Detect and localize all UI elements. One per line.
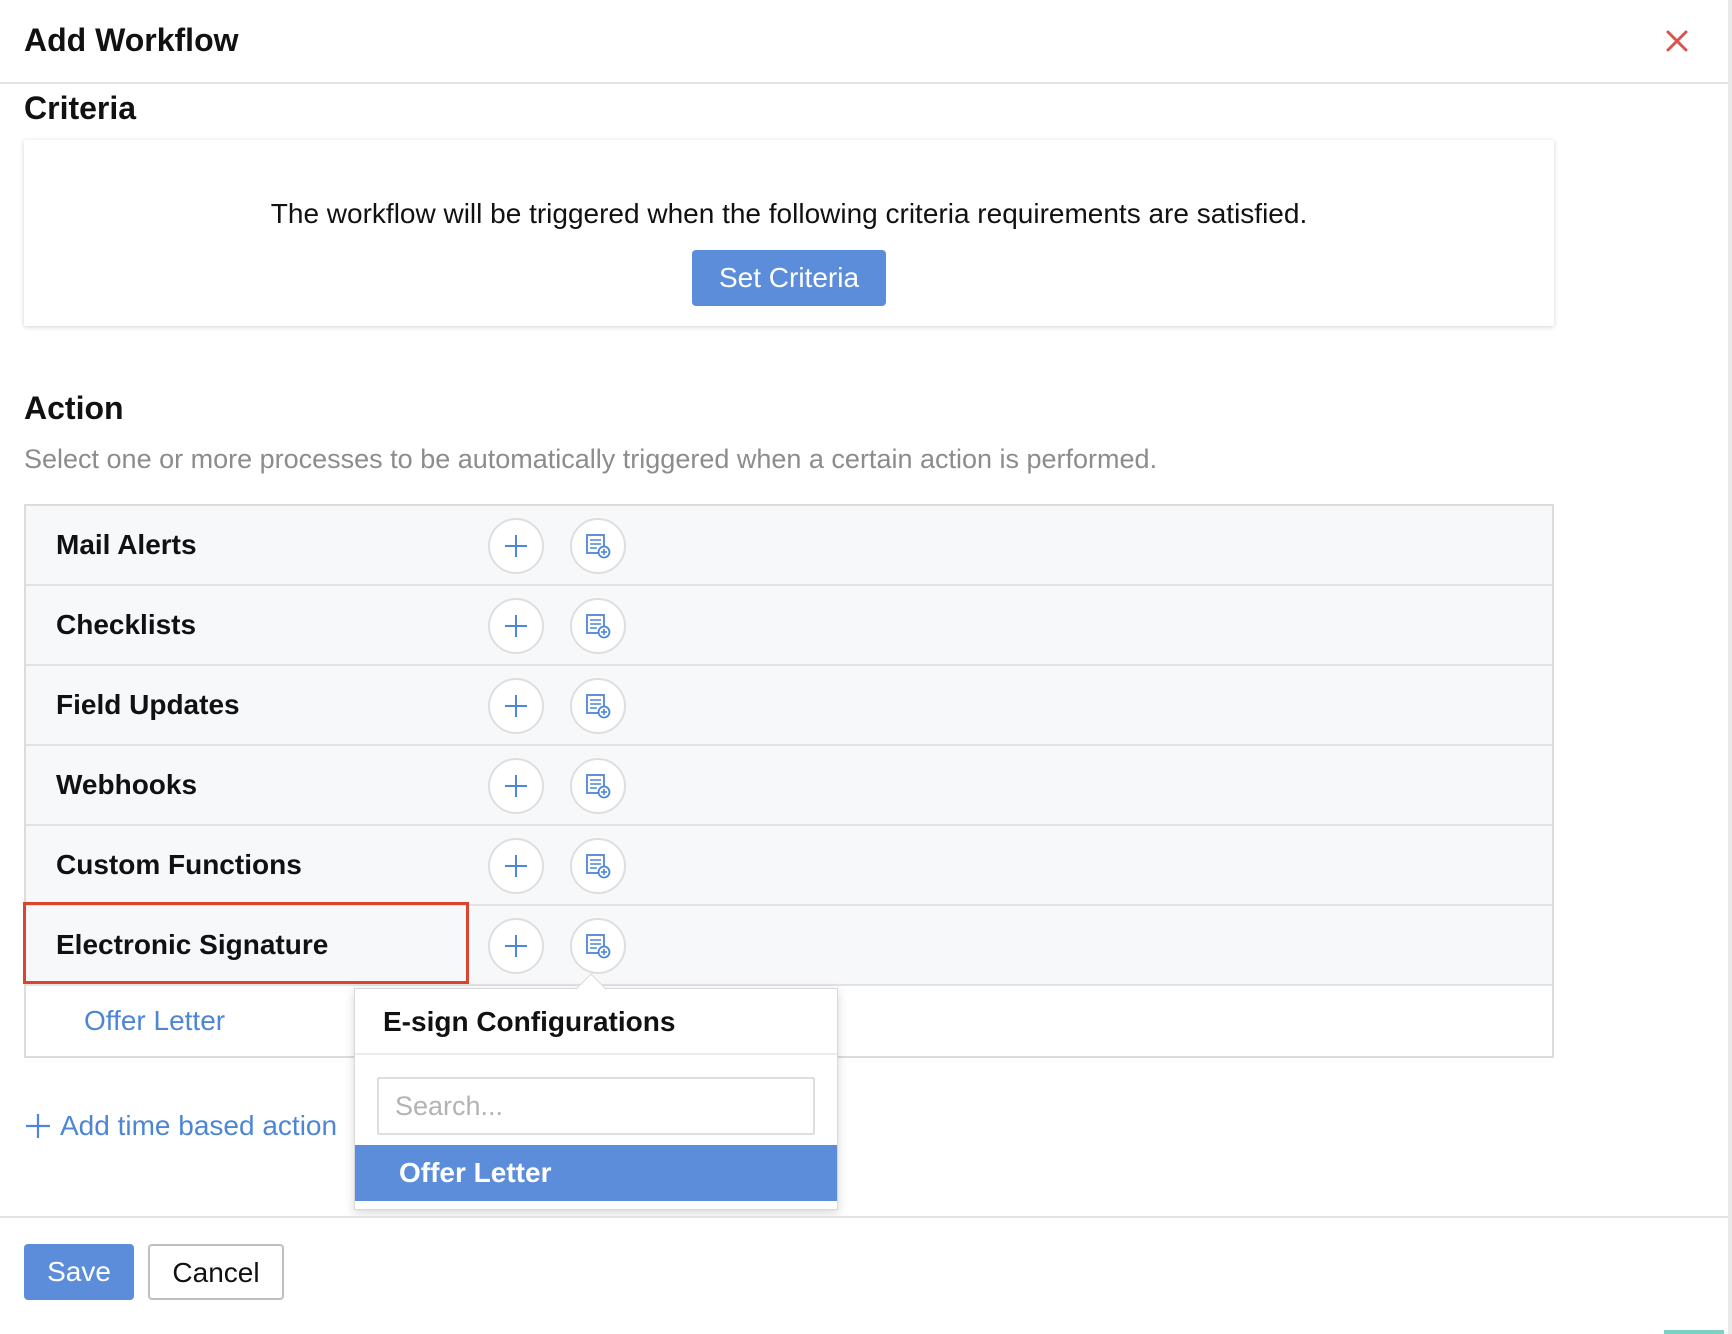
list-add-icon <box>586 614 611 639</box>
scrollbar-track[interactable] <box>1728 0 1732 1334</box>
dropdown-title: E-sign Configurations <box>383 1006 676 1037</box>
set-criteria-button[interactable]: Set Criteria <box>692 250 886 306</box>
action-row-electronic-signature: Electronic Signature <box>26 906 1552 986</box>
cancel-button[interactable]: Cancel <box>148 1244 284 1300</box>
associate-webhook-button[interactable] <box>570 758 626 814</box>
add-mail-alert-button[interactable] <box>488 518 544 574</box>
row-label: Custom Functions <box>56 849 302 880</box>
associate-mail-alert-button[interactable] <box>570 518 626 574</box>
plus-icon <box>505 535 527 557</box>
list-add-icon <box>586 694 611 719</box>
criteria-heading: Criteria <box>24 90 137 126</box>
plus-icon <box>505 615 527 637</box>
dialog-title: Add Workflow <box>24 22 239 58</box>
search-input[interactable] <box>377 1077 815 1135</box>
offer-letter-link[interactable]: Offer Letter <box>84 986 225 1056</box>
dropdown-option-offer-letter[interactable]: Offer Letter <box>355 1145 837 1201</box>
list-add-icon <box>586 934 611 959</box>
plus-icon <box>505 935 527 957</box>
dialog-header: Add Workflow <box>0 0 1728 84</box>
plus-icon <box>505 775 527 797</box>
criteria-description: The workflow will be triggered when the … <box>270 198 1308 229</box>
add-workflow-dialog: Add Workflow Criteria The workflow will … <box>0 0 1732 1334</box>
row-label: Webhooks <box>56 769 198 800</box>
plus-icon <box>505 855 527 877</box>
associate-custom-function-button[interactable] <box>570 838 626 894</box>
add-checklist-button[interactable] <box>488 598 544 654</box>
esign-configurations-dropdown: E-sign Configurations Offer Letter <box>354 988 838 1210</box>
associate-checklist-button[interactable] <box>570 598 626 654</box>
row-label: Field Updates <box>56 689 240 720</box>
row-label: Checklists <box>56 609 197 640</box>
add-field-update-button[interactable] <box>488 678 544 734</box>
close-icon[interactable] <box>1660 24 1694 58</box>
action-table: Mail Alerts Checklists Field Updates Web… <box>24 504 1554 1058</box>
list-add-icon <box>586 854 611 879</box>
list-add-icon <box>586 774 611 799</box>
dialog-footer: Save Cancel <box>0 1216 1728 1334</box>
criteria-card: The workflow will be triggered when the … <box>24 140 1554 326</box>
action-description: Select one or more processes to be autom… <box>24 444 1158 474</box>
plus-icon <box>26 1114 50 1138</box>
action-heading: Action <box>24 390 124 426</box>
associate-field-update-button[interactable] <box>570 678 626 734</box>
row-label: Mail Alerts <box>56 529 197 560</box>
add-time-based-action-label: Add time based action <box>60 1110 338 1141</box>
add-electronic-signature-button[interactable] <box>488 918 544 974</box>
plus-icon <box>505 695 527 717</box>
save-button[interactable]: Save <box>24 1244 134 1300</box>
row-label: Electronic Signature <box>56 929 329 960</box>
add-webhook-button[interactable] <box>488 758 544 814</box>
action-row-custom-functions: Custom Functions <box>26 826 1552 906</box>
dropdown-option-label: Offer Letter <box>399 1157 552 1188</box>
associate-electronic-signature-button[interactable] <box>570 918 626 974</box>
add-time-based-action-link[interactable]: Add time based action <box>24 1106 337 1146</box>
footer-accent <box>1664 1330 1724 1334</box>
action-row-checklists: Checklists <box>26 586 1552 666</box>
add-custom-function-button[interactable] <box>488 838 544 894</box>
action-row-webhooks: Webhooks <box>26 746 1552 826</box>
list-add-icon <box>586 534 611 559</box>
action-row-field-updates: Field Updates <box>26 666 1552 746</box>
action-row-mail-alerts: Mail Alerts <box>26 506 1552 586</box>
